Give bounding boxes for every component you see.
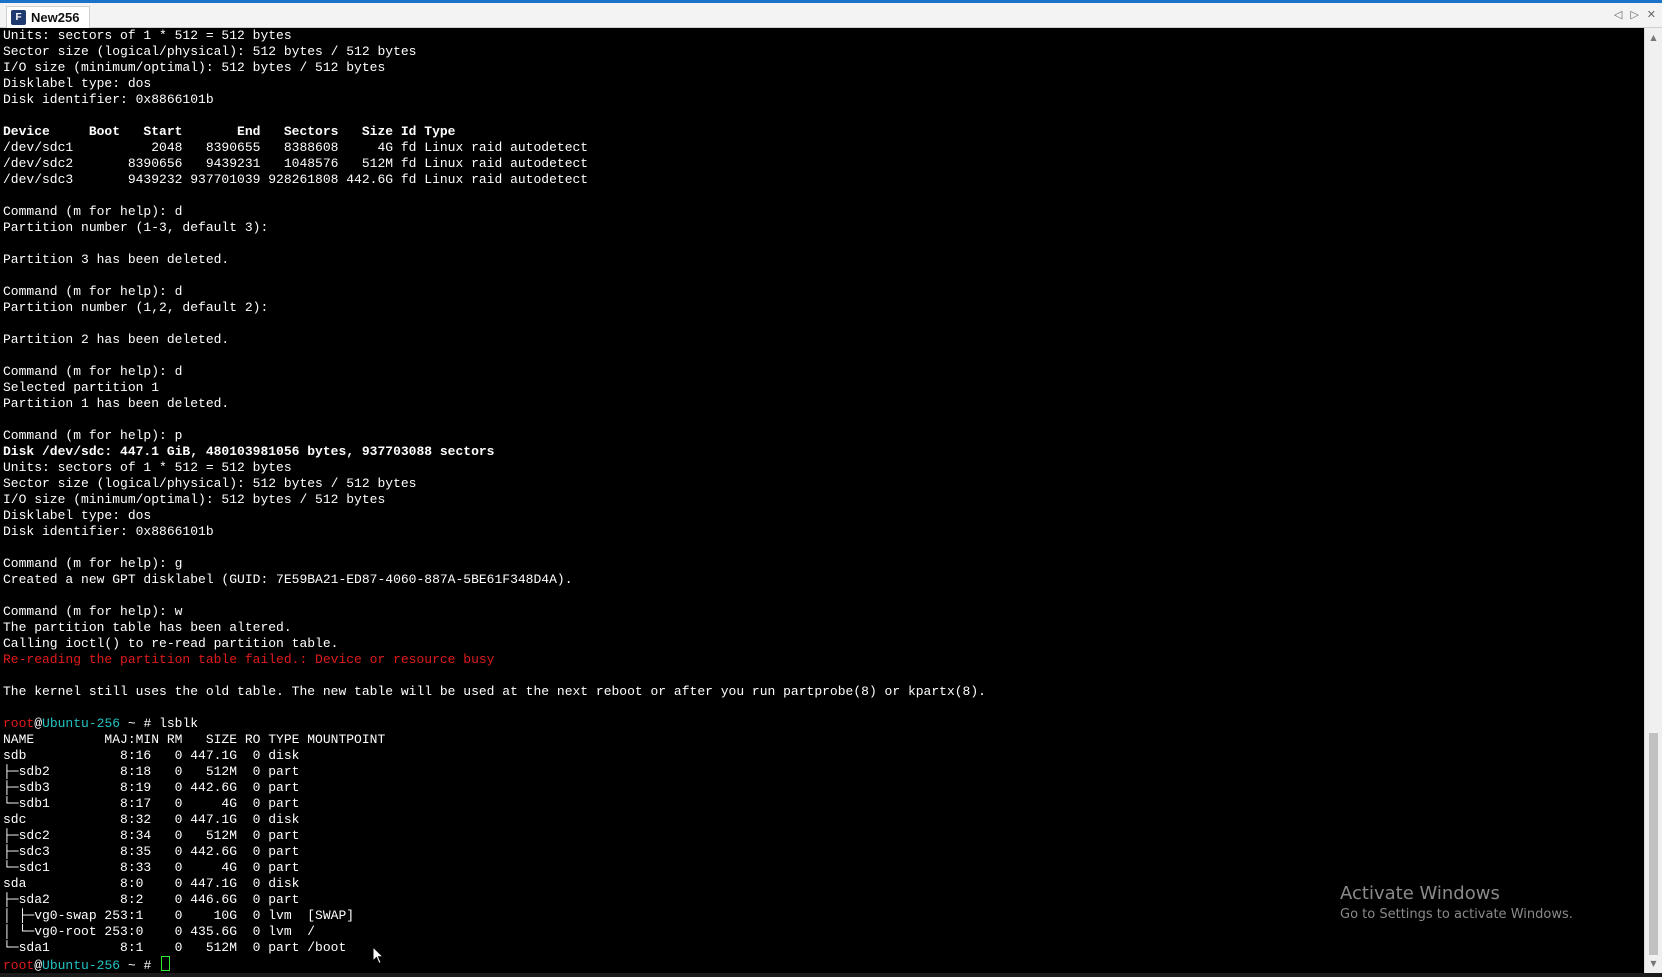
watermark-title: Activate Windows — [1340, 883, 1500, 904]
terminal-line: │ └─vg0-root 253:0 0 435.6G 0 lvm / — [3, 924, 316, 939]
tab-close-icon[interactable]: ✕ — [1647, 8, 1656, 21]
tab-bar: F New256 ◁ ▷ ✕ — [0, 0, 1662, 28]
prompt-command: lsblk — [159, 716, 199, 731]
terminal-line: Units: sectors of 1 * 512 = 512 bytes — [3, 460, 292, 475]
taskbar-strip — [0, 973, 1662, 977]
tab-prev-icon[interactable]: ◁ — [1614, 8, 1622, 21]
terminal-line: Partition number (1,2, default 2): — [3, 300, 269, 315]
terminal-line: /dev/sdc2 8390656 9439231 1048576 512M f… — [3, 156, 589, 171]
terminal-line: Command (m for help): d — [3, 284, 183, 299]
terminal-line: Disk identifier: 0x8866101b — [3, 92, 214, 107]
session-tab-title: New256 — [31, 10, 80, 25]
watermark-subtitle: Go to Settings to activate Windows. — [1340, 907, 1573, 922]
terminal-line: Disklabel type: dos — [3, 76, 152, 91]
terminal-line: └─sda1 8:1 0 512M 0 part /boot — [3, 940, 347, 955]
scroll-down-icon[interactable]: ▼ — [1645, 956, 1662, 971]
terminal-line: /dev/sdc1 2048 8390655 8388608 4G fd Lin… — [3, 140, 589, 155]
scroll-up-icon[interactable]: ▲ — [1645, 30, 1662, 45]
terminal-line: Command (m for help): w — [3, 604, 183, 619]
terminal-line: Disk identifier: 0x8866101b — [3, 524, 214, 539]
terminal-line: ├─sdb3 8:19 0 442.6G 0 part — [3, 780, 300, 795]
terminal-line: Command (m for help): d — [3, 204, 183, 219]
terminal-line: Selected partition 1 — [3, 380, 160, 395]
mouse-pointer-icon — [372, 946, 384, 965]
scrollbar-thumb[interactable] — [1649, 733, 1658, 955]
terminal-line: ├─sdc3 8:35 0 442.6G 0 part — [3, 844, 300, 859]
terminal-line: Sector size (logical/physical): 512 byte… — [3, 476, 417, 491]
prompt-host: Ubuntu-256 — [42, 716, 121, 731]
prompt-at: @ — [34, 716, 43, 731]
terminal-line: Command (m for help): g — [3, 556, 183, 571]
terminal-line: Partition 3 has been deleted. — [3, 252, 230, 267]
terminal-line: Units: sectors of 1 * 512 = 512 bytes — [3, 28, 292, 43]
terminal-lines: Units: sectors of 1 * 512 = 512 bytes Sec… — [0, 28, 1645, 973]
terminal-line: sdc 8:32 0 447.1G 0 disk — [3, 812, 300, 827]
prompt-path: ~ # — [120, 716, 160, 731]
prompt-at: @ — [34, 958, 43, 973]
tab-next-icon[interactable]: ▷ — [1630, 8, 1638, 21]
activation-watermark: Activate Windows Go to Settings to activ… — [1340, 882, 1573, 924]
session-tab[interactable]: F New256 — [6, 6, 91, 28]
prompt-user: root — [3, 958, 35, 973]
terminal-line: Partition 2 has been deleted. — [3, 332, 230, 347]
terminal-line: ├─sdc2 8:34 0 512M 0 part — [3, 828, 300, 843]
terminal-line: Device Boot Start End Sectors Size Id Ty… — [3, 124, 456, 139]
vertical-scrollbar[interactable]: ▲ ▼ — [1644, 28, 1662, 973]
terminal-line: Disk /dev/sdc: 447.1 GiB, 480103981056 b… — [3, 444, 495, 459]
terminal-line: Disklabel type: dos — [3, 508, 152, 523]
terminal-line: I/O size (minimum/optimal): 512 bytes / … — [3, 60, 386, 75]
prompt-user: root — [3, 716, 35, 731]
terminal-line: └─sdb1 8:17 0 4G 0 part — [3, 796, 300, 811]
terminal-line: I/O size (minimum/optimal): 512 bytes / … — [3, 492, 386, 507]
terminal-app-icon: F — [11, 10, 26, 25]
shell-prompt-line: root@Ubuntu-256 ~ # lsblk — [3, 716, 1645, 732]
terminal-line: Command (m for help): p — [3, 428, 183, 443]
terminal-line: Command (m for help): d — [3, 364, 183, 379]
tab-controls: ◁ ▷ ✕ — [1614, 8, 1656, 21]
terminal-line: Sector size (logical/physical): 512 byte… — [3, 44, 417, 59]
terminal-line: Re-reading the partition table failed.: … — [3, 652, 495, 667]
terminal-line: Partition number (1-3, default 3): — [3, 220, 269, 235]
terminal-line: └─sdc1 8:33 0 4G 0 part — [3, 860, 300, 875]
terminal-line: Partition 1 has been deleted. — [3, 396, 230, 411]
terminal-line: Calling ioctl() to re-read partition tab… — [3, 636, 339, 651]
prompt-host: Ubuntu-256 — [42, 958, 121, 973]
terminal-line: ├─sdb2 8:18 0 512M 0 part — [3, 764, 300, 779]
terminal-line: Created a new GPT disklabel (GUID: 7E59B… — [3, 572, 573, 587]
terminal-output[interactable]: Units: sectors of 1 * 512 = 512 bytes Sec… — [0, 28, 1645, 973]
terminal-cursor — [161, 956, 171, 971]
prompt-path: ~ # — [120, 958, 160, 973]
shell-prompt-line: root@Ubuntu-256 ~ # — [3, 956, 1645, 973]
terminal-line: The partition table has been altered. — [3, 620, 292, 635]
terminal-line: /dev/sdc3 9439232 937701039 928261808 44… — [3, 172, 589, 187]
terminal-line: NAME MAJ:MIN RM SIZE RO TYPE MOUNTPOINT — [3, 732, 386, 747]
terminal-line: The kernel still uses the old table. The… — [3, 684, 986, 699]
terminal-line: sdb 8:16 0 447.1G 0 disk — [3, 748, 300, 763]
